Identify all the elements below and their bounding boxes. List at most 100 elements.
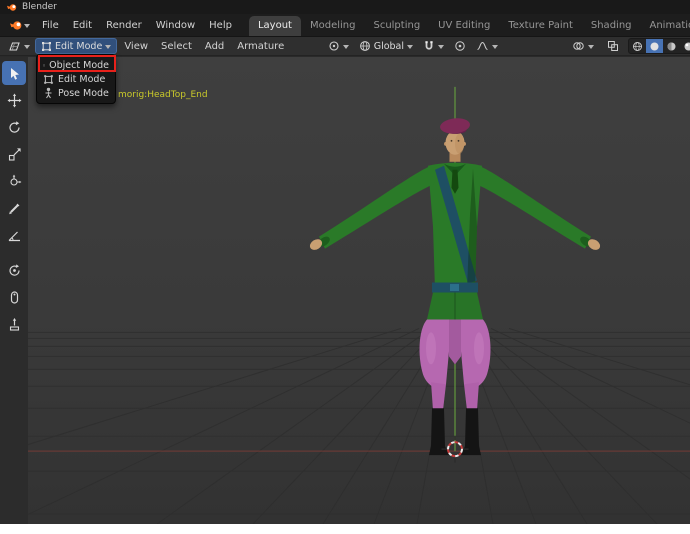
mode-dropdown[interactable]: Edit Mode	[35, 38, 117, 54]
workspace-tab-uv-editing[interactable]: UV Editing	[429, 16, 499, 36]
menu-file[interactable]: File	[35, 17, 66, 34]
blender-logo-icon	[9, 20, 22, 31]
solid-shading-icon	[649, 41, 660, 52]
window-title: Blender	[22, 2, 57, 12]
blender-logo-icon	[6, 3, 17, 12]
menu-item-label: Object Mode	[49, 60, 109, 71]
mode-dropdown-label: Edit Mode	[55, 41, 102, 52]
viewport-3d[interactable]: morig:HeadTop_End	[28, 57, 690, 524]
edit-mode-icon	[41, 41, 52, 52]
chevron-down-icon	[407, 45, 413, 49]
tool-select-box-button[interactable]	[2, 61, 26, 85]
pivot-point-button[interactable]	[324, 38, 353, 54]
show-overlays-button[interactable]	[568, 38, 598, 54]
floor-grid	[28, 328, 690, 524]
tool-roll-button[interactable]	[2, 258, 26, 282]
falloff-dropdown[interactable]	[472, 38, 502, 54]
tool-bar	[0, 57, 28, 524]
overlays-icon	[572, 40, 585, 52]
blender-menu-button[interactable]	[4, 20, 35, 31]
menu-window[interactable]: Window	[149, 17, 202, 34]
blender-window: Blender File Edit Render Window Help Lay…	[0, 0, 690, 534]
edit-mode-icon	[43, 74, 54, 85]
tool-bone-envelope-button[interactable]	[2, 285, 26, 309]
workspace-tab-texture-paint[interactable]: Texture Paint	[499, 16, 582, 36]
snap-button[interactable]	[419, 38, 448, 54]
menu-help[interactable]: Help	[202, 17, 239, 34]
chevron-down-icon	[24, 45, 30, 49]
editor-type-button[interactable]	[4, 38, 34, 54]
workspace-tab-layout[interactable]: Layout	[249, 16, 301, 36]
menu-item-object-mode[interactable]: Object Mode	[37, 58, 115, 72]
proportional-editing-icon	[454, 40, 466, 52]
orientation-globe-icon	[359, 40, 371, 52]
wireframe-shading-icon	[632, 41, 643, 52]
menu-armature[interactable]: Armature	[231, 41, 290, 52]
bone-envelope-icon	[7, 290, 22, 305]
select-cursor-icon	[7, 66, 22, 81]
workspace-tab-modeling[interactable]: Modeling	[301, 16, 365, 36]
shading-material-button[interactable]	[663, 39, 680, 53]
chevron-down-icon	[588, 45, 594, 49]
tool-rotate-button[interactable]	[2, 115, 26, 139]
menu-item-pose-mode[interactable]: Pose Mode	[37, 86, 115, 100]
workspace-tab-shading[interactable]: Shading	[582, 16, 641, 36]
material-shading-icon	[666, 41, 677, 52]
page-background-strip	[0, 524, 690, 534]
tool-move-button[interactable]	[2, 88, 26, 112]
menu-item-edit-mode[interactable]: Edit Mode	[37, 72, 115, 86]
xray-icon	[607, 40, 619, 52]
workspace-tab-sculpting[interactable]: Sculpting	[364, 16, 429, 36]
pivot-point-icon	[328, 40, 340, 52]
menu-item-label: Pose Mode	[58, 88, 109, 99]
move-icon	[7, 93, 22, 108]
measure-icon	[7, 228, 22, 243]
bone-name-label: morig:HeadTop_End	[118, 90, 208, 100]
menu-render[interactable]: Render	[99, 17, 149, 34]
shading-mode-group	[628, 38, 690, 54]
viewport-editor-icon	[8, 40, 21, 52]
topbar: File Edit Render Window Help Layout Mode…	[0, 14, 690, 36]
object-mode-icon	[43, 60, 45, 71]
pose-mode-icon	[43, 87, 54, 99]
chevron-down-icon	[438, 45, 444, 49]
shading-rendered-button[interactable]	[680, 39, 690, 53]
menu-edit[interactable]: Edit	[66, 17, 99, 34]
chevron-down-icon	[24, 24, 30, 28]
workspace-tabs: Layout Modeling Sculpting UV Editing Tex…	[249, 14, 690, 36]
menu-view[interactable]: View	[118, 41, 154, 52]
transform-snap-controls: Global	[324, 38, 502, 54]
workspace-tab-animation[interactable]: Animation	[641, 16, 690, 36]
mode-menu-popup: Object Mode Edit Mode Pose Mode	[36, 54, 116, 104]
tool-transform-button[interactable]	[2, 169, 26, 193]
window-titlebar: Blender	[0, 0, 690, 14]
viewport-scene	[28, 57, 690, 524]
shading-wireframe-button[interactable]	[629, 39, 646, 53]
chevron-down-icon	[105, 45, 111, 49]
shading-solid-button[interactable]	[646, 39, 663, 53]
orientation-label: Global	[374, 41, 404, 52]
extrude-icon	[7, 317, 22, 332]
bone-roll-icon	[7, 263, 22, 278]
chevron-down-icon	[343, 45, 349, 49]
orientation-dropdown[interactable]: Global	[355, 38, 417, 54]
menu-item-label: Edit Mode	[58, 74, 105, 85]
rendered-shading-icon	[683, 41, 690, 52]
tool-scale-button[interactable]	[2, 142, 26, 166]
viewport-display-controls	[568, 38, 690, 54]
viewport-header: Edit Mode View Select Add Armature G	[0, 36, 690, 56]
menu-select[interactable]: Select	[155, 41, 198, 52]
rotate-icon	[7, 120, 22, 135]
xray-toggle-button[interactable]	[603, 38, 623, 54]
proportional-editing-button[interactable]	[450, 38, 470, 54]
menu-add[interactable]: Add	[199, 41, 230, 52]
tool-annotate-button[interactable]	[2, 196, 26, 220]
tool-measure-button[interactable]	[2, 223, 26, 247]
scale-icon	[7, 147, 22, 162]
chevron-down-icon	[492, 45, 498, 49]
magnet-icon	[423, 40, 435, 52]
falloff-curve-icon	[476, 40, 489, 52]
transform-icon	[7, 174, 22, 189]
annotate-pencil-icon	[7, 201, 22, 216]
tool-extrude-button[interactable]	[2, 312, 26, 336]
